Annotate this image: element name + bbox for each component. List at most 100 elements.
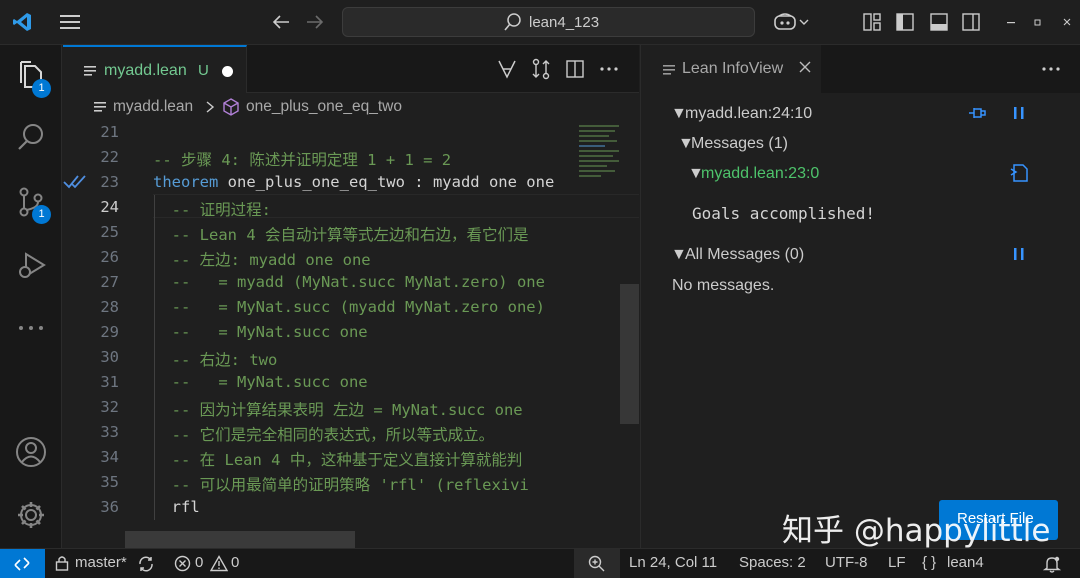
toggle-sidebar-icon[interactable] xyxy=(894,11,916,33)
minimize-icon[interactable] xyxy=(1000,11,1022,33)
pin-icon[interactable] xyxy=(967,105,987,121)
forward-arrow-icon[interactable] xyxy=(304,11,326,33)
line-number: 29 xyxy=(100,323,119,341)
more-views-icon[interactable] xyxy=(13,310,49,346)
minimap[interactable] xyxy=(577,121,621,181)
no-messages-text: No messages. xyxy=(672,277,775,294)
compare-changes-icon[interactable] xyxy=(531,58,551,80)
zoom-button[interactable] xyxy=(574,549,620,578)
comment-text: -- 它们是完全相同的表达式，所以等式成立。 xyxy=(153,426,495,444)
warning-icon[interactable] xyxy=(210,555,228,572)
error-count[interactable]: 0 xyxy=(195,554,203,571)
code-line[interactable]: -- 右边: two xyxy=(153,348,278,370)
notifications-bell-icon[interactable] xyxy=(1043,555,1061,573)
toggle-panel-icon[interactable] xyxy=(928,11,950,33)
error-icon[interactable] xyxy=(174,555,191,572)
title-bar: lean4_123 xyxy=(0,0,1080,45)
comment-text: -- = MyNat.succ (myadd MyNat.zero one) xyxy=(153,298,545,316)
unsaved-dot-icon[interactable] xyxy=(222,66,233,77)
line-number: 35 xyxy=(100,473,119,491)
lean-infoview-toggle-icon[interactable] xyxy=(497,59,517,79)
code-line[interactable]: theorem one_plus_one_eq_two : myadd one … xyxy=(153,173,554,191)
run-debug-icon[interactable] xyxy=(13,248,49,284)
split-editor-icon[interactable] xyxy=(565,59,585,79)
panel-more-icon[interactable] xyxy=(1041,66,1061,72)
breadcrumb-file[interactable]: myadd.lean xyxy=(113,98,193,116)
sync-icon[interactable] xyxy=(137,555,155,573)
copy-to-comment-icon[interactable] xyxy=(1008,162,1030,184)
tab-lean-infoview[interactable]: Lean InfoView xyxy=(641,45,821,93)
infoview-tab-label: Lean InfoView xyxy=(682,60,784,77)
line-number: 24 xyxy=(100,198,119,216)
vertical-scrollbar[interactable] xyxy=(620,284,639,424)
chevron-right-icon xyxy=(205,100,215,114)
breadcrumb: myadd.lean one_plus_one_eq_two xyxy=(63,93,639,121)
end-of-line[interactable]: LF xyxy=(888,554,906,571)
messages-header[interactable]: Messages (1) xyxy=(691,135,788,153)
menu-icon[interactable] xyxy=(59,11,81,33)
horizontal-scrollbar[interactable] xyxy=(125,531,355,548)
code-line[interactable]: rfl xyxy=(153,498,200,516)
more-actions-icon[interactable] xyxy=(599,66,619,72)
code-line[interactable]: -- 可以用最简单的证明策略 'rfl' (reflexivi xyxy=(153,473,529,495)
lean-infoview-panel: Lean InfoView ▼ myadd.lean:24:10 ▼ Messa… xyxy=(640,45,1080,548)
line-number: 36 xyxy=(100,498,119,516)
code-editor[interactable]: 21 22 -- 步骤 4: 陈述并证明定理 1 + 1 = 2 23 theorem … xyxy=(63,121,639,548)
line-number: 28 xyxy=(100,298,119,316)
line-number: 34 xyxy=(100,448,119,466)
search-label: lean4_123 xyxy=(529,14,600,31)
code-text: one_plus_one_eq_two : myadd one one xyxy=(218,173,555,191)
symbol-cube-icon xyxy=(222,98,240,116)
code-line[interactable]: -- = MyNat.succ (myadd MyNat.zero one) xyxy=(153,298,545,316)
warning-count[interactable]: 0 xyxy=(231,554,239,571)
all-messages-header[interactable]: All Messages (0) xyxy=(685,246,804,264)
pause-icon[interactable] xyxy=(1012,246,1026,262)
code-line[interactable]: -- 因为计算结果表明 左边 = MyNat.succ one xyxy=(153,398,523,420)
code-line[interactable]: -- = MyNat.succ one xyxy=(153,323,368,341)
close-tab-icon[interactable] xyxy=(798,60,812,74)
lock-icon xyxy=(55,555,69,571)
file-lines-icon xyxy=(662,63,676,77)
tab-myadd-lean[interactable]: myadd.lean U xyxy=(63,45,247,93)
line-number: 21 xyxy=(100,123,119,141)
close-window-icon[interactable] xyxy=(1056,11,1078,33)
indentation[interactable]: Spaces: 2 xyxy=(739,554,806,571)
code-text: rfl xyxy=(153,498,200,516)
language-mode[interactable]: lean4 xyxy=(947,554,984,571)
code-line[interactable]: -- 步骤 4: 陈述并证明定理 1 + 1 = 2 xyxy=(153,148,451,170)
accounts-icon[interactable] xyxy=(13,434,49,470)
settings-gear-icon[interactable] xyxy=(13,497,49,533)
line-number: 32 xyxy=(100,398,119,416)
comment-text: -- 右边: two xyxy=(153,351,278,369)
message-location-link[interactable]: myadd.lean:23:0 xyxy=(701,165,819,183)
copilot-icon[interactable] xyxy=(772,11,812,33)
cursor-position-header[interactable]: myadd.lean:24:10 xyxy=(685,105,812,123)
panel-tab-bar: Lean InfoView xyxy=(641,45,1080,93)
breadcrumb-symbol[interactable]: one_plus_one_eq_two xyxy=(246,98,402,116)
code-line[interactable]: -- 左边: myadd one one xyxy=(153,248,371,270)
code-line[interactable]: -- = myadd (MyNat.succ MyNat.zero) one xyxy=(153,273,545,291)
toggle-secondary-sidebar-icon[interactable] xyxy=(960,11,982,33)
indent-guide xyxy=(154,195,155,520)
code-line[interactable]: -- 在 Lean 4 中，这种基于定义直接计算就能判 xyxy=(153,448,523,470)
encoding[interactable]: UTF-8 xyxy=(825,554,868,571)
code-line[interactable]: -- Lean 4 会自动计算等式左边和右边，看它们是 xyxy=(153,223,529,245)
comment-text: -- Lean 4 会自动计算等式左边和右边，看它们是 xyxy=(153,226,529,244)
code-line[interactable]: -- 它们是完全相同的表达式，所以等式成立。 xyxy=(153,423,495,445)
source-control-badge: 1 xyxy=(32,205,51,224)
pause-icon[interactable] xyxy=(1012,105,1026,121)
cursor-position[interactable]: Ln 24, Col 11 xyxy=(629,554,717,571)
code-line[interactable]: -- = MyNat.succ one xyxy=(153,373,368,391)
command-center-search[interactable]: lean4_123 xyxy=(342,7,755,37)
branch-name[interactable]: master* xyxy=(75,554,127,571)
remote-indicator[interactable] xyxy=(0,549,45,578)
line-number: 30 xyxy=(100,348,119,366)
restore-icon[interactable] xyxy=(1027,11,1049,33)
search-view-icon[interactable] xyxy=(13,119,49,155)
current-line-highlight xyxy=(153,194,639,218)
customize-layout-icon[interactable] xyxy=(861,11,883,33)
comment-text: -- = MyNat.succ one xyxy=(153,323,368,341)
keyword: theorem xyxy=(153,173,219,191)
search-icon xyxy=(503,12,523,32)
back-arrow-icon[interactable] xyxy=(270,11,292,33)
